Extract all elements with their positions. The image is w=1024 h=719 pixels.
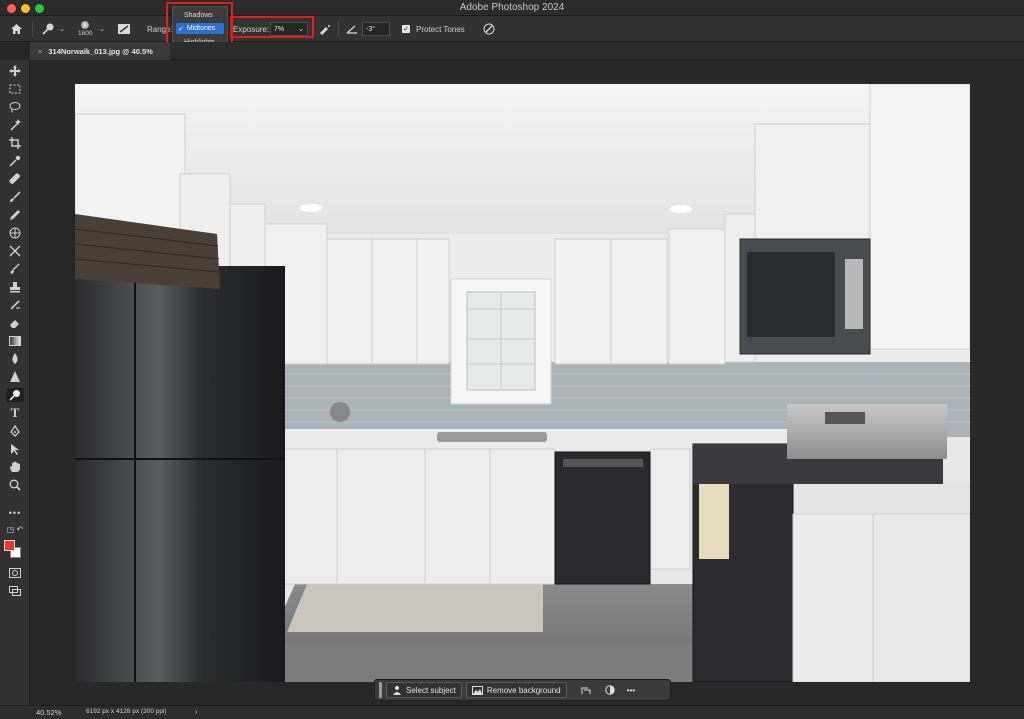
select-subject-button[interactable]: Select subject [386, 682, 462, 698]
contextual-task-bar: Select subject Remove background ••• [374, 679, 671, 701]
crop-icon[interactable] [6, 136, 24, 150]
angle-value: -3° [366, 25, 376, 33]
art-history-brush-icon[interactable] [6, 298, 24, 312]
title-bar: Adobe Photoshop 2024 [0, 0, 1024, 16]
more-tools-icon[interactable]: ••• [6, 506, 24, 520]
eyedropper-icon[interactable] [6, 154, 24, 168]
airbrush-button[interactable] [318, 16, 332, 42]
status-bar: 40.52% 6192 px x 4128 px (300 ppi) › [0, 705, 1024, 719]
document-tab[interactable]: × 314Norwalk_013.jpg @ 40.5% [30, 42, 170, 60]
clone-stamp-icon[interactable] [6, 280, 24, 294]
options-bar: ⌄ 1600 ⌄ Range: Exposure: 7% ⌄ -3° ✓ Pro… [0, 16, 1024, 42]
lasso-icon[interactable] [6, 100, 24, 114]
angle-icon [345, 16, 359, 42]
dodge-tool-preset-picker[interactable]: ⌄ [40, 16, 65, 42]
remove-background-label: Remove background [486, 685, 561, 695]
magic-wand-icon[interactable] [6, 118, 24, 132]
move-icon[interactable] [6, 64, 24, 78]
dodge-tool-icon [42, 23, 54, 35]
chevron-down-icon: ⌄ [99, 26, 105, 33]
blur-icon[interactable] [6, 352, 24, 366]
brush-size-picker[interactable]: 1600 [78, 16, 92, 42]
home-icon[interactable] [10, 16, 26, 42]
status-menu-chevron-icon[interactable]: › [195, 707, 198, 716]
content-aware-move-icon[interactable] [6, 244, 24, 258]
pressure-icon [483, 23, 495, 35]
pressure-size-button[interactable] [482, 16, 496, 42]
transform-icon[interactable] [579, 685, 593, 695]
person-icon [393, 686, 401, 695]
sharpen-icon[interactable] [6, 370, 24, 384]
tools-panel: T ••• ◳ ↶ [0, 60, 30, 705]
checkmark-icon: ✓ [402, 25, 410, 33]
brush-tip-icon [81, 21, 90, 29]
pen-icon[interactable] [6, 424, 24, 438]
healing-brush-icon[interactable] [6, 172, 24, 186]
photoshop-window: Adobe Photoshop 2024 ⌄ 1600 ⌄ Range: Exp… [0, 0, 1024, 719]
dodge-icon[interactable] [6, 388, 24, 402]
eraser-icon[interactable] [6, 316, 24, 330]
brush-settings-button[interactable] [117, 16, 131, 42]
foreground-color-swatch[interactable] [4, 540, 15, 551]
document-tab-title: 314Norwalk_013.jpg @ 40.5% [48, 46, 153, 56]
remove-background-button[interactable]: Remove background [465, 682, 567, 698]
pattern-stamp-icon[interactable] [6, 226, 24, 240]
chevron-down-icon: ⌄ [59, 26, 65, 33]
brush-size-value: 1600 [78, 30, 93, 37]
document-info: 6192 px x 4128 px (300 ppi) [86, 708, 167, 715]
swap-colors-icon[interactable]: ◳ ↶ [6, 524, 24, 534]
adjustment-icon[interactable] [603, 685, 617, 695]
exposure-highlight-box [230, 16, 314, 38]
zoom-level[interactable]: 40.52% [36, 708, 61, 717]
close-tab-icon[interactable]: × [38, 47, 42, 56]
brush-icon[interactable] [6, 190, 24, 204]
image-icon [471, 685, 483, 695]
type-icon[interactable]: T [6, 405, 24, 420]
screen-mode-icon[interactable] [6, 584, 24, 598]
brush-settings-icon [118, 24, 130, 34]
document-tab-bar: × 314Norwalk_013.jpg @ 40.5% [30, 42, 1024, 60]
select-subject-label: Select subject [406, 685, 456, 695]
airbrush-icon [320, 25, 330, 35]
marquee-icon[interactable] [6, 82, 24, 96]
kitchen-photo-canvas[interactable] [75, 84, 970, 682]
protect-tones-checkbox[interactable]: ✓ Protect Tones [402, 16, 465, 42]
history-brush-icon[interactable] [6, 262, 24, 276]
path-selection-icon[interactable] [6, 442, 24, 456]
zoom-icon[interactable] [6, 478, 24, 492]
brush-size-chevron[interactable]: ⌄ [99, 16, 105, 42]
protect-tones-label: Protect Tones [416, 24, 465, 34]
pencil-icon[interactable] [6, 208, 24, 222]
more-options-icon[interactable]: ••• [627, 686, 635, 695]
angle-field[interactable]: -3° [362, 16, 390, 42]
kitchen-photo [75, 84, 970, 682]
quick-mask-icon[interactable] [6, 566, 24, 580]
hand-icon[interactable] [6, 460, 24, 474]
gradient-icon[interactable] [6, 334, 24, 348]
app-title: Adobe Photoshop 2024 [459, 2, 565, 13]
drag-handle[interactable] [379, 682, 382, 698]
